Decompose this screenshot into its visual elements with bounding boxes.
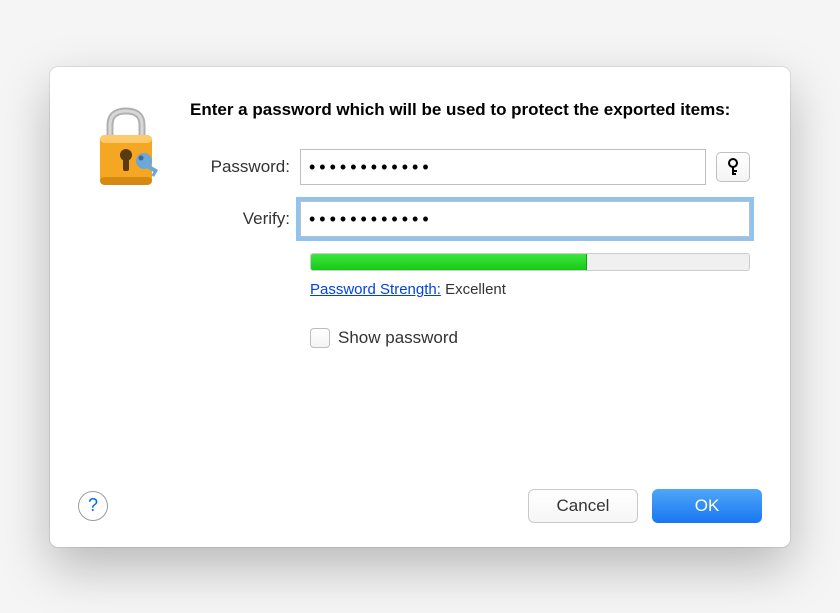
- show-password-checkbox[interactable]: [310, 328, 330, 348]
- password-strength-value: Excellent: [445, 281, 506, 298]
- verify-label: Verify:: [190, 209, 300, 229]
- ok-button[interactable]: OK: [652, 489, 762, 523]
- password-label: Password:: [190, 157, 300, 177]
- help-button[interactable]: ?: [78, 491, 108, 521]
- show-password-label: Show password: [338, 328, 458, 348]
- password-strength-bar: [310, 253, 750, 271]
- password-assistant-button[interactable]: [716, 152, 750, 182]
- verify-input[interactable]: [300, 201, 750, 237]
- cancel-button[interactable]: Cancel: [528, 489, 638, 523]
- password-strength-link[interactable]: Password Strength:: [310, 281, 441, 298]
- password-strength-fill: [311, 254, 587, 270]
- dialog-heading: Enter a password which will be used to p…: [190, 99, 750, 122]
- password-export-dialog: Enter a password which will be used to p…: [50, 67, 790, 547]
- lock-icon: [90, 99, 162, 349]
- password-input[interactable]: [300, 149, 706, 185]
- key-icon: [725, 158, 741, 176]
